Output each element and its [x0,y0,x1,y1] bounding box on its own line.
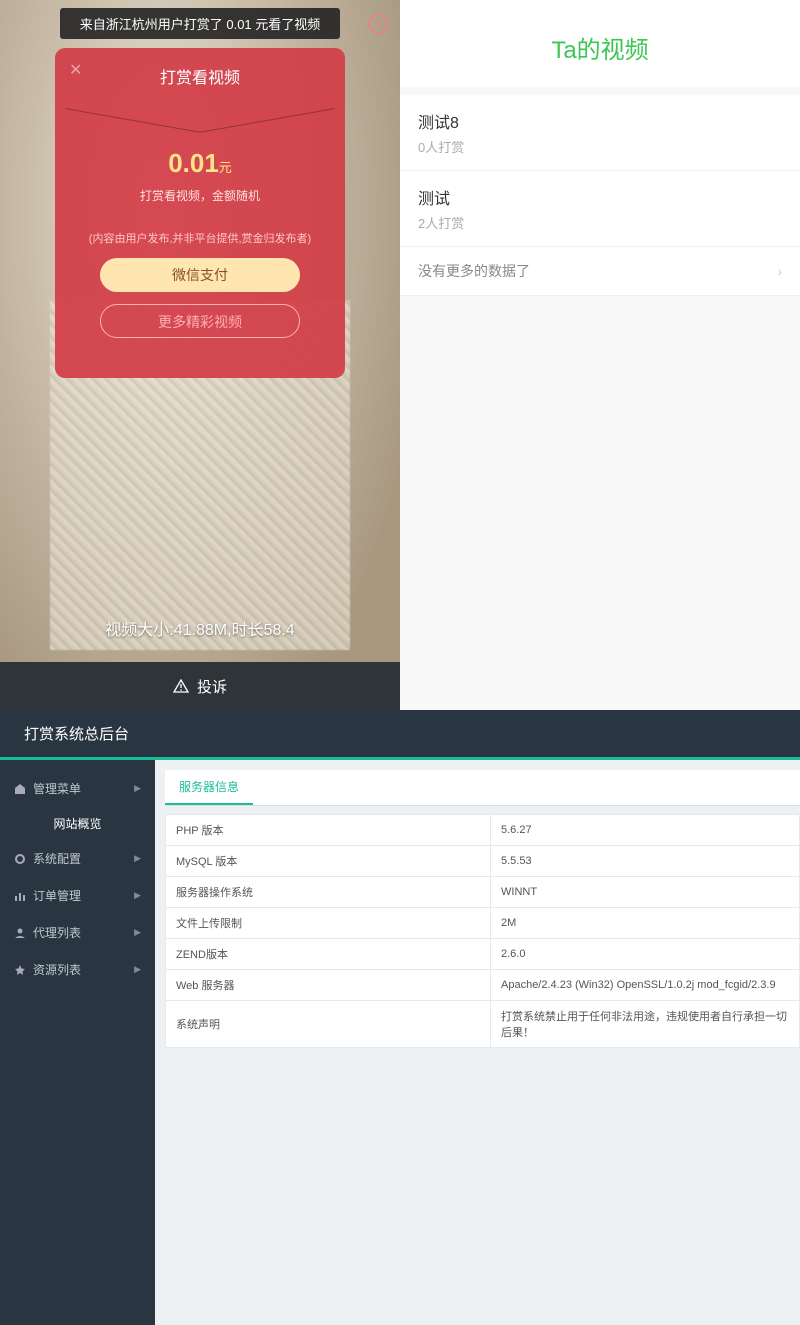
chart-icon [14,890,26,902]
info-value: 5.6.27 [491,815,800,846]
cog-icon [14,853,26,865]
sidebar-item-agents[interactable]: 代理列表 ▶ [0,914,155,951]
info-key: PHP 版本 [166,815,491,846]
table-row: 系统声明打赏系统禁止用于任何非法用途，违规使用者自行承担一切后果！ [166,1001,800,1048]
admin-panel: 打赏系统总后台 管理菜单 ▶ 网站概览 系统配置 ▶ 订单管理 ▶ 代理列表 ▶… [0,710,800,1325]
more-videos-button[interactable]: 更多精彩视频 [100,304,300,338]
list-header: Ta的视频 [400,0,800,87]
chevron-right-icon: ▶ [134,783,141,794]
info-value: 2M [491,908,800,939]
item-meta: 0人打赏 [418,137,782,156]
item-meta: 2人打赏 [418,213,782,232]
no-more-text: 没有更多的数据了 [418,261,530,281]
info-value: Apache/2.4.23 (Win32) OpenSSL/1.0.2j mod… [491,970,800,1001]
sidebar-item-overview[interactable]: 网站概览 [0,807,155,840]
info-key: 服务器操作系统 [166,877,491,908]
list-item[interactable]: 测试8 0人打赏 [400,95,800,171]
sidebar-item-label: 系统配置 [33,850,81,867]
amount-unit: 元 [219,160,232,175]
warning-icon [173,679,189,693]
info-value: 5.5.53 [491,846,800,877]
chevron-right-icon: ▶ [134,964,141,975]
complain-label: 投诉 [197,676,227,697]
modal-note: (内容由用户发布,并非平台提供,赏金归发布者) [65,230,335,246]
no-more-row[interactable]: 没有更多的数据了 › [400,247,800,296]
modal-close-icon[interactable]: ✕ [69,60,82,80]
item-name: 测试8 [418,109,782,133]
mobile-preview: 来自浙江杭州用户打赏了 0.01 元看了视频 ✕ ✕ 打赏看视频 0.01元 打… [0,0,400,710]
item-name: 测试 [418,185,782,209]
sidebar-item-label: 订单管理 [33,887,81,904]
wechat-pay-button[interactable]: 微信支付 [100,258,300,292]
table-row: MySQL 版本5.5.53 [166,846,800,877]
sidebar-item-resources[interactable]: 资源列表 ▶ [0,951,155,988]
info-value: WINNT [491,877,800,908]
table-row: ZEND版本2.6.0 [166,939,800,970]
chevron-right-icon: › [777,263,782,279]
info-value: 打赏系统禁止用于任何非法用途，违规使用者自行承担一切后果！ [491,1001,800,1048]
content-area: 服务器信息 PHP 版本5.6.27 MySQL 版本5.5.53 服务器操作系… [155,760,800,1325]
chevron-right-icon: ▶ [134,853,141,864]
sidebar-item-label: 资源列表 [33,961,81,978]
toast-notification: 来自浙江杭州用户打赏了 0.01 元看了视频 [60,8,340,39]
sidebar-item-orders[interactable]: 订单管理 ▶ [0,877,155,914]
amount-display: 0.01元 [65,148,335,179]
envelope-decoration [65,108,335,138]
table-row: PHP 版本5.6.27 [166,815,800,846]
info-key: MySQL 版本 [166,846,491,877]
table-row: 服务器操作系统WINNT [166,877,800,908]
video-info-text: 视频大小:41.88M,时长58.4 [0,616,400,640]
close-icon[interactable]: ✕ [368,14,388,34]
admin-header: 打赏系统总后台 [0,710,800,760]
list-item[interactable]: 测试 2人打赏 [400,171,800,247]
complain-button[interactable]: 投诉 [0,662,400,710]
amount-value: 0.01 [168,148,219,178]
tab-bar: 服务器信息 [165,770,800,806]
sidebar: 管理菜单 ▶ 网站概览 系统配置 ▶ 订单管理 ▶ 代理列表 ▶ 资源列表 ▶ [0,760,155,1325]
info-key: 文件上传限制 [166,908,491,939]
sidebar-item-config[interactable]: 系统配置 ▶ [0,840,155,877]
table-row: Web 服务器Apache/2.4.23 (Win32) OpenSSL/1.0… [166,970,800,1001]
tab-server-info[interactable]: 服务器信息 [165,770,253,805]
modal-subtitle: 打赏看视频，金额随机 [65,187,335,204]
info-key: 系统声明 [166,1001,491,1048]
server-info-table: PHP 版本5.6.27 MySQL 版本5.5.53 服务器操作系统WINNT… [165,814,800,1048]
video-list-panel: Ta的视频 测试8 0人打赏 测试 2人打赏 没有更多的数据了 › [400,0,800,710]
reward-modal: ✕ 打赏看视频 0.01元 打赏看视频，金额随机 (内容由用户发布,并非平台提供… [55,48,345,378]
sidebar-item-label: 管理菜单 [33,780,81,797]
user-icon [14,927,26,939]
home-icon [14,783,26,795]
sidebar-item-menu[interactable]: 管理菜单 ▶ [0,770,155,807]
info-key: ZEND版本 [166,939,491,970]
sidebar-item-label: 代理列表 [33,924,81,941]
star-icon [14,964,26,976]
table-row: 文件上传限制2M [166,908,800,939]
list-title: Ta的视频 [400,30,800,65]
info-value: 2.6.0 [491,939,800,970]
chevron-right-icon: ▶ [134,890,141,901]
modal-title: 打赏看视频 [65,64,335,88]
chevron-right-icon: ▶ [134,927,141,938]
info-key: Web 服务器 [166,970,491,1001]
